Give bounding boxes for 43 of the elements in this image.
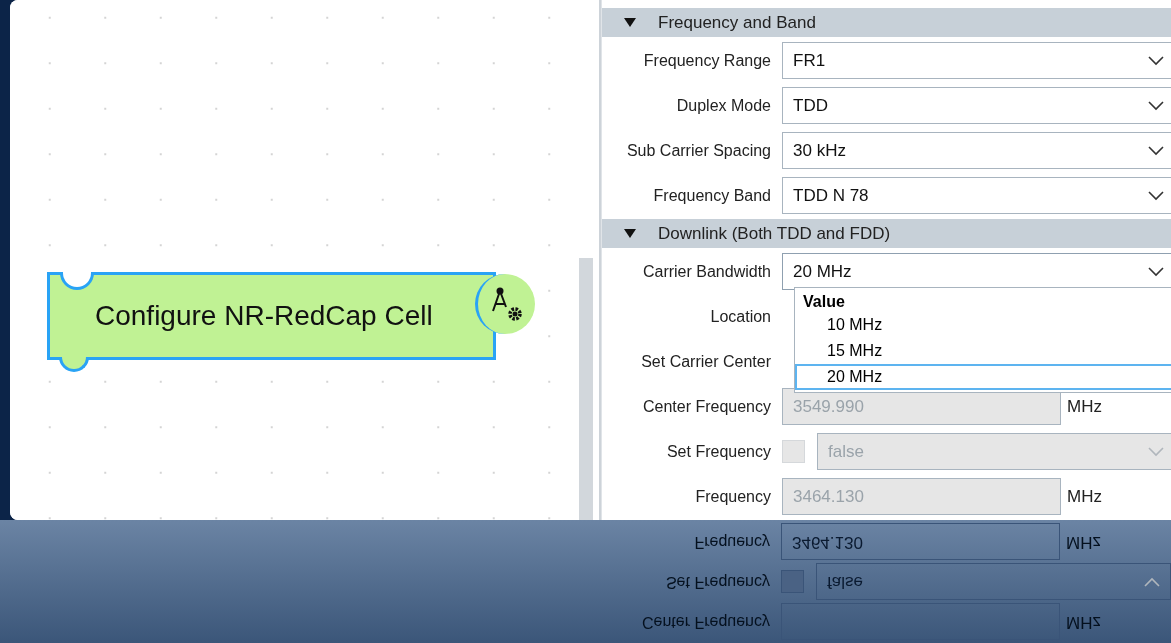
select-field[interactable]: TDD N 78 — [782, 177, 1171, 214]
chevron-icon — [1148, 100, 1164, 111]
field-label: Sub Carrier Spacing — [625, 140, 772, 161]
unit-label: MHz — [1067, 485, 1102, 508]
section-header[interactable]: Downlink (Both TDD and FDD) — [602, 219, 1171, 248]
code-block[interactable]: Configure NR-RedCap Cell — [47, 272, 496, 360]
field-label: Frequency Band — [652, 185, 772, 206]
block-notch — [60, 272, 94, 290]
reflected-field: false — [816, 563, 1171, 601]
field-label: Duplex Mode — [675, 95, 772, 116]
antenna-gear-icon[interactable] — [475, 274, 535, 334]
collapse-triangle-icon — [624, 17, 636, 28]
select-field[interactable]: 30 kHz — [782, 132, 1171, 169]
field-label: Center Frequency — [641, 396, 772, 417]
reflected-label: Set Frequency — [664, 573, 771, 593]
field-label: Frequency Range — [642, 50, 772, 71]
field-label: Frequency — [694, 486, 772, 507]
chevron-icon — [1144, 577, 1160, 587]
field-label: Set Frequency — [665, 441, 772, 462]
dropdown-option[interactable]: 20 MHz — [795, 364, 1171, 390]
select-field[interactable]: TDD — [782, 87, 1171, 124]
reflected-field: 3464.130 — [781, 523, 1060, 561]
chevron-icon — [1148, 266, 1164, 277]
chevron-icon — [1148, 145, 1164, 156]
select-field[interactable]: FR1 — [782, 42, 1171, 79]
dropdown-option[interactable]: 10 MHz — [795, 312, 1171, 338]
field-label: Location — [709, 306, 772, 327]
dropdown-header: Value — [802, 292, 846, 312]
field-label: Carrier Bandwidth — [641, 261, 772, 282]
dropdown-option[interactable]: 15 MHz — [795, 338, 1171, 364]
field-label: Set Carrier Center — [640, 351, 772, 372]
reflected-unit: MHz — [1066, 611, 1101, 634]
chevron-icon — [1148, 446, 1164, 457]
chevron-icon — [1148, 55, 1164, 66]
reflected-label: Center Frequency — [640, 613, 771, 633]
reflected-unit: MHz — [1066, 531, 1101, 554]
block-label: Configure NR-RedCap Cell — [95, 299, 433, 333]
section-header[interactable]: Frequency and Band — [602, 8, 1171, 37]
unit-label: MHz — [1067, 395, 1102, 418]
scrollbar-thumb[interactable] — [579, 258, 593, 520]
collapse-triangle-icon — [624, 228, 636, 239]
chevron-icon — [1148, 190, 1164, 201]
reflected-label: Frequency — [693, 533, 771, 553]
